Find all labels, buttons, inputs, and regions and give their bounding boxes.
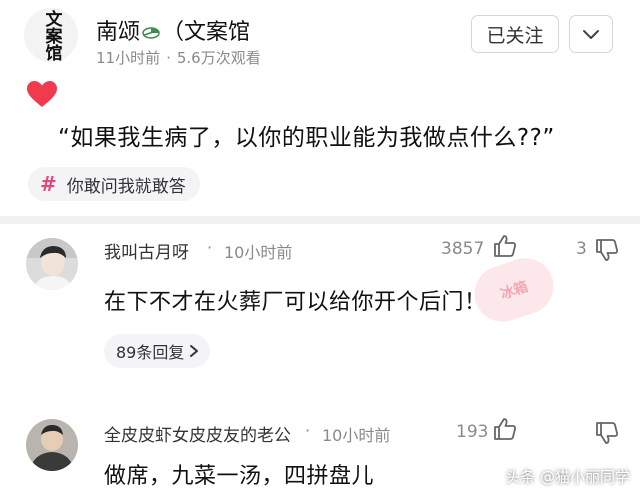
post-time: 11小时前 <box>96 49 161 67</box>
meta-separator: · <box>207 238 213 257</box>
meta-separator: · <box>166 49 171 67</box>
watermark-stamp: 冰箱 <box>467 251 561 329</box>
dislike-count: 3 <box>576 239 587 259</box>
view-replies-label: 89条回复 <box>116 343 185 362</box>
post-text: “如果我生病了，以你的职业能为我做点什么??” <box>58 125 555 151</box>
section-divider <box>0 216 640 224</box>
comment-time: 10小时前 <box>224 243 293 262</box>
watermark-stamp-text: 冰箱 <box>498 279 531 303</box>
commenter-name[interactable]: 全皮皮虾女皮皮友的老公 <box>104 421 291 446</box>
comment-text: 在下不才在火葬厂可以给你开个后门！ <box>104 290 487 315</box>
person-avatar-icon <box>26 238 78 290</box>
comment-time: 10小时前 <box>322 426 391 445</box>
chevron-right-icon <box>190 345 199 357</box>
thumbs-up-icon[interactable] <box>492 233 518 259</box>
hashtag-icon: # <box>40 172 57 196</box>
topic-tag[interactable]: # 你敢问我就敢答 <box>28 167 200 201</box>
topic-tag-label: 你敢问我就敢答 <box>66 176 186 197</box>
follow-button-label: 已关注 <box>486 24 544 47</box>
author-name[interactable]: 南颂 （文案馆 <box>96 14 250 46</box>
author-avatar-text: 文案馆 <box>41 9 62 61</box>
thumbs-up-icon[interactable] <box>492 416 518 442</box>
leaf-icon <box>142 27 160 39</box>
comment-text: 做席，九菜一汤，四拼盘儿 <box>104 464 375 489</box>
commenter-name[interactable]: 我叫古月呀 <box>104 238 189 263</box>
source-watermark: 头条 @猫小丽同学 <box>505 468 630 486</box>
view-replies-button[interactable]: 89条回复 <box>104 334 211 368</box>
chevron-down-icon <box>583 30 599 39</box>
author-name-prefix: 南颂 <box>96 20 141 45</box>
commenter-avatar[interactable] <box>26 419 78 471</box>
person-avatar-icon <box>26 419 78 471</box>
like-count: 3857 <box>441 239 485 259</box>
post-views: 5.6万次观看 <box>176 49 261 67</box>
post-meta: 11小时前 · 5.6万次观看 <box>96 47 261 68</box>
follow-button[interactable]: 已关注 <box>471 15 559 53</box>
meta-separator: · <box>305 421 311 440</box>
heart-icon <box>27 81 57 107</box>
commenter-avatar[interactable] <box>26 238 78 290</box>
thumbs-down-icon[interactable] <box>594 237 620 263</box>
author-avatar[interactable]: 文案馆 <box>24 8 78 62</box>
thumbs-down-icon[interactable] <box>594 420 620 446</box>
more-button[interactable] <box>569 15 613 53</box>
like-count: 193 <box>456 422 489 442</box>
author-name-suffix: （文案馆 <box>162 20 251 45</box>
